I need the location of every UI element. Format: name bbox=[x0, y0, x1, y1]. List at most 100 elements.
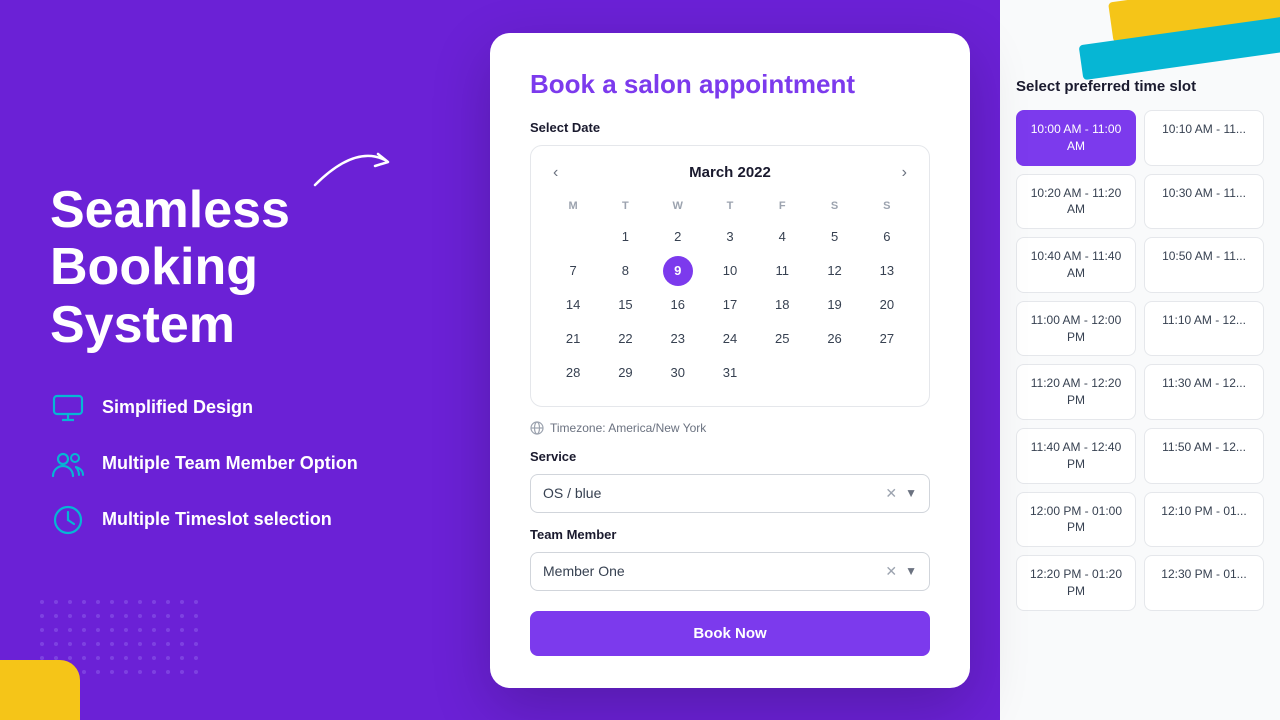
feature-multiple-timeslot: Multiple Timeslot selection bbox=[50, 502, 410, 538]
cal-day-29[interactable]: 29 bbox=[610, 358, 640, 388]
day-header-s1: S bbox=[808, 196, 860, 220]
time-slot-15[interactable]: 12:20 PM - 01:20 PM bbox=[1016, 555, 1136, 611]
day-header-t1: T bbox=[599, 196, 651, 220]
cal-day-5[interactable]: 5 bbox=[820, 222, 850, 252]
cal-day-4[interactable]: 4 bbox=[767, 222, 797, 252]
cal-day-26[interactable]: 26 bbox=[820, 324, 850, 354]
team-member-value: Member One bbox=[543, 563, 625, 579]
cal-day-11[interactable]: 11 bbox=[767, 256, 797, 286]
cal-day-27[interactable]: 27 bbox=[872, 324, 902, 354]
day-header-m: M bbox=[547, 196, 599, 220]
main-heading: Seamless Booking System bbox=[50, 182, 410, 354]
time-slot-10[interactable]: 11:30 AM - 12... bbox=[1144, 364, 1264, 420]
day-header-t2: T bbox=[704, 196, 756, 220]
cal-day-14[interactable]: 14 bbox=[558, 290, 588, 320]
booking-modal: Book a salon appointment Select Date ‹ M… bbox=[490, 33, 970, 688]
day-header-s2: S bbox=[861, 196, 913, 220]
cal-day-28[interactable]: 28 bbox=[558, 358, 588, 388]
cal-day-19[interactable]: 19 bbox=[820, 290, 850, 320]
team-member-select-actions: ✕ ▼ bbox=[885, 563, 917, 580]
time-slots-container: Select preferred time slot 10:00 AM - 11… bbox=[1000, 0, 1280, 720]
left-panel: Seamless Booking System Simplified Desig… bbox=[0, 0, 460, 720]
clock-icon bbox=[50, 502, 86, 538]
feature-multiple-team-label: Multiple Team Member Option bbox=[102, 453, 358, 474]
service-clear-icon[interactable]: ✕ bbox=[885, 485, 897, 502]
time-slot-7[interactable]: 11:00 AM - 12:00 PM bbox=[1016, 301, 1136, 357]
team-member-label: Team Member bbox=[530, 527, 930, 542]
time-slot-6[interactable]: 10:50 AM - 11... bbox=[1144, 237, 1264, 293]
cal-day-22[interactable]: 22 bbox=[610, 324, 640, 354]
cal-day-6[interactable]: 6 bbox=[872, 222, 902, 252]
cal-day-empty2 bbox=[767, 358, 797, 388]
day-header-w: W bbox=[652, 196, 704, 220]
arrow-decoration bbox=[310, 140, 400, 200]
service-select[interactable]: OS / blue ✕ ▼ bbox=[530, 474, 930, 513]
cal-day-31[interactable]: 31 bbox=[715, 358, 745, 388]
cal-day-18[interactable]: 18 bbox=[767, 290, 797, 320]
calendar-grid: M T W T F S S 1 2 3 4 5 6 7 8 9 10 11 bbox=[547, 196, 913, 390]
cal-day-24[interactable]: 24 bbox=[715, 324, 745, 354]
modal-title: Book a salon appointment bbox=[530, 69, 930, 100]
time-slot-8[interactable]: 11:10 AM - 12... bbox=[1144, 301, 1264, 357]
right-panel: Select preferred time slot 10:00 AM - 11… bbox=[1000, 0, 1280, 720]
time-slot-3[interactable]: 10:20 AM - 11:20 AM bbox=[1016, 174, 1136, 230]
calendar-header: ‹ March 2022 › bbox=[547, 162, 913, 184]
time-slot-4[interactable]: 10:30 AM - 11... bbox=[1144, 174, 1264, 230]
cal-day-25[interactable]: 25 bbox=[767, 324, 797, 354]
cal-day-empty bbox=[558, 222, 588, 252]
time-slot-5[interactable]: 10:40 AM - 11:40 AM bbox=[1016, 237, 1136, 293]
cal-day-30[interactable]: 30 bbox=[663, 358, 693, 388]
timezone-row: Timezone: America/New York bbox=[530, 421, 930, 435]
cal-day-7[interactable]: 7 bbox=[558, 256, 588, 286]
calendar: ‹ March 2022 › M T W T F S S 1 2 3 4 5 bbox=[530, 145, 930, 407]
feature-list: Simplified Design Multiple Team Member O… bbox=[50, 390, 410, 538]
time-slot-9[interactable]: 11:20 AM - 12:20 PM bbox=[1016, 364, 1136, 420]
feature-multiple-timeslot-label: Multiple Timeslot selection bbox=[102, 509, 332, 530]
team-member-field-group: Team Member Member One ✕ ▼ bbox=[530, 527, 930, 591]
center-area: Book a salon appointment Select Date ‹ M… bbox=[460, 0, 1000, 720]
cal-day-3[interactable]: 3 bbox=[715, 222, 745, 252]
service-label: Service bbox=[530, 449, 930, 464]
cal-day-16[interactable]: 16 bbox=[663, 290, 693, 320]
cal-day-10[interactable]: 10 bbox=[715, 256, 745, 286]
cal-day-23[interactable]: 23 bbox=[663, 324, 693, 354]
monitor-icon bbox=[50, 390, 86, 426]
users-icon bbox=[50, 446, 86, 482]
cal-day-empty4 bbox=[872, 358, 902, 388]
yellow-shape-decoration bbox=[0, 660, 80, 720]
cal-day-21[interactable]: 21 bbox=[558, 324, 588, 354]
service-field-group: Service OS / blue ✕ ▼ bbox=[530, 449, 930, 513]
service-select-actions: ✕ ▼ bbox=[885, 485, 917, 502]
deco-shapes bbox=[1000, 0, 1280, 80]
cal-day-2[interactable]: 2 bbox=[663, 222, 693, 252]
time-slot-11[interactable]: 11:40 AM - 12:40 PM bbox=[1016, 428, 1136, 484]
team-member-chevron-icon: ▼ bbox=[905, 564, 917, 578]
cal-day-9[interactable]: 9 bbox=[663, 256, 693, 286]
slots-grid: 10:00 AM - 11:00 AM10:10 AM - 11...10:20… bbox=[1016, 110, 1264, 611]
book-now-button[interactable]: Book Now bbox=[530, 611, 930, 656]
cal-day-empty3 bbox=[820, 358, 850, 388]
time-slot-16[interactable]: 12:30 PM - 01... bbox=[1144, 555, 1264, 611]
day-header-f: F bbox=[756, 196, 808, 220]
cal-day-20[interactable]: 20 bbox=[872, 290, 902, 320]
time-slot-12[interactable]: 11:50 AM - 12... bbox=[1144, 428, 1264, 484]
time-slot-14[interactable]: 12:10 PM - 01... bbox=[1144, 492, 1264, 548]
feature-simplified-design: Simplified Design bbox=[50, 390, 410, 426]
time-slot-13[interactable]: 12:00 PM - 01:00 PM bbox=[1016, 492, 1136, 548]
cal-day-15[interactable]: 15 bbox=[610, 290, 640, 320]
cal-day-12[interactable]: 12 bbox=[820, 256, 850, 286]
next-month-button[interactable]: › bbox=[896, 162, 913, 184]
time-slot-2[interactable]: 10:10 AM - 11... bbox=[1144, 110, 1264, 166]
cal-day-1[interactable]: 1 bbox=[610, 222, 640, 252]
select-date-label: Select Date bbox=[530, 120, 930, 135]
cal-day-17[interactable]: 17 bbox=[715, 290, 745, 320]
timezone-text: Timezone: America/New York bbox=[550, 421, 706, 435]
team-member-clear-icon[interactable]: ✕ bbox=[885, 563, 897, 580]
service-chevron-icon: ▼ bbox=[905, 486, 917, 500]
service-value: OS / blue bbox=[543, 485, 601, 501]
team-member-select[interactable]: Member One ✕ ▼ bbox=[530, 552, 930, 591]
prev-month-button[interactable]: ‹ bbox=[547, 162, 564, 184]
cal-day-8[interactable]: 8 bbox=[610, 256, 640, 286]
time-slot-1[interactable]: 10:00 AM - 11:00 AM bbox=[1016, 110, 1136, 166]
cal-day-13[interactable]: 13 bbox=[872, 256, 902, 286]
